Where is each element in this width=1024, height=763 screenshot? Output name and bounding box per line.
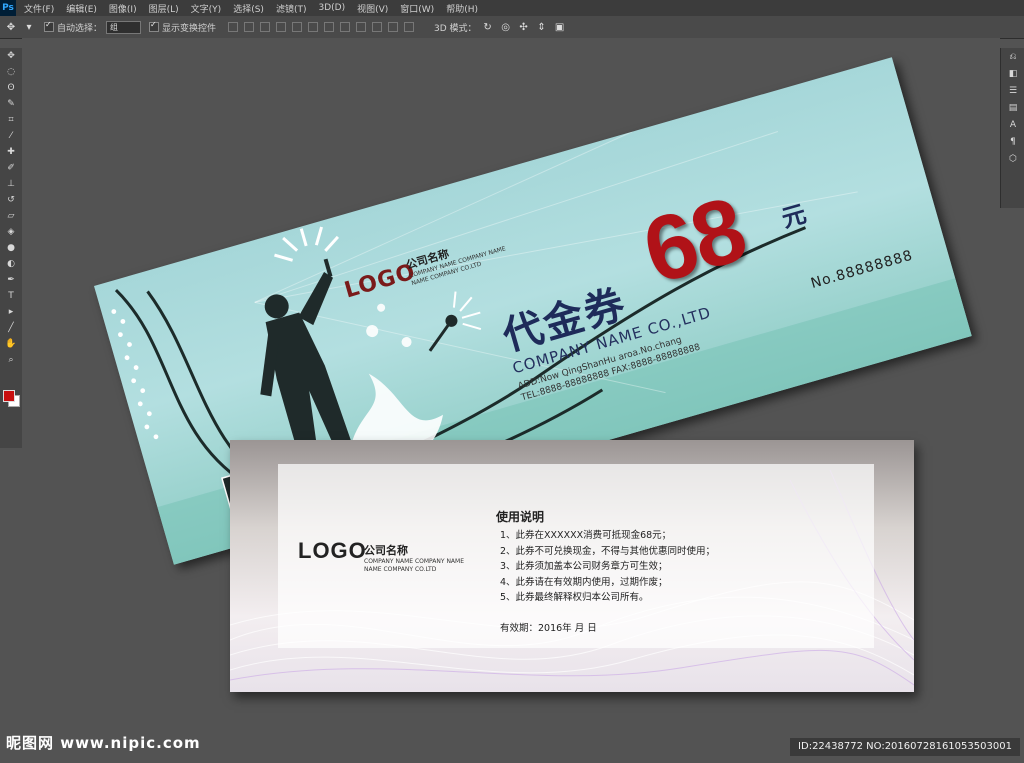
paint-bucket-icon[interactable]: ◈: [0, 224, 22, 240]
mode-3d-label: 3D 模式：: [434, 23, 477, 34]
distribute-top-icon[interactable]: [324, 22, 335, 32]
menubar: Ps 文件(F) 编辑(E) 图像(I) 图层(L) 文字(Y) 选择(S) 滤…: [0, 0, 1024, 16]
list-item: 4、此券请在有效期内使用，过期作废；: [500, 576, 668, 588]
tools-panel: ✥ ◌ ʘ ✎ ⌗ ⁄ ✚ ✐ ⊥ ↺ ▱ ◈ ● ◐ ✒ T ▸ ╱ ✋ ⌕: [0, 48, 23, 448]
slide-3d-icon[interactable]: ⇕: [535, 20, 549, 34]
properties-panel-icon[interactable]: ☰: [1001, 82, 1024, 99]
menu-filter[interactable]: 滤镜(T): [276, 2, 307, 15]
back-logo: LOGO: [298, 538, 367, 563]
rotate-3d-icon[interactable]: ↻: [481, 20, 495, 34]
show-transform-label: 显示变换控件: [162, 23, 217, 34]
align-top-icon[interactable]: [228, 22, 239, 32]
move-tool-icon[interactable]: ✥: [4, 20, 18, 34]
auto-select-label: 自动选择：: [57, 23, 103, 34]
paragraph-panel-icon[interactable]: ¶: [1001, 133, 1024, 150]
menu-image[interactable]: 图像(I): [109, 2, 137, 15]
validity-date: 有效期：2016年 月 日: [500, 623, 597, 634]
options-bar: ✥ ▾ 自动选择： 组 显示变换控件 3D 模式： ↻ ◎ ✣ ⇕ ▣: [0, 16, 1024, 39]
drag-3d-icon[interactable]: ✣: [517, 20, 531, 34]
hand-tool-icon[interactable]: ✋: [0, 336, 22, 352]
crop-tool-icon[interactable]: ⌗: [0, 112, 22, 128]
eyedropper-tool-icon[interactable]: ⁄: [0, 128, 22, 144]
auto-select-checkbox[interactable]: [44, 20, 54, 32]
foreground-color-swatch[interactable]: [3, 390, 15, 402]
align-bottom-icon[interactable]: [260, 22, 271, 32]
distribute-left-icon[interactable]: [372, 22, 383, 32]
align-right-icon[interactable]: [308, 22, 319, 32]
watermark-id: ID:22438772 NO:20160728161053503001: [790, 738, 1020, 756]
instructions-heading: 使用说明: [496, 510, 545, 524]
line-tool-icon[interactable]: ╱: [0, 320, 22, 336]
distribute-vcenter-icon[interactable]: [340, 22, 351, 32]
brush-tool-icon[interactable]: ✐: [0, 160, 22, 176]
list-item: 1、此券在XXXXXX消费可抵现金68元；: [500, 530, 672, 541]
history-brush-icon[interactable]: ↺: [0, 192, 22, 208]
auto-select-dropdown[interactable]: 组: [106, 20, 142, 34]
align-vcenter-icon[interactable]: [244, 22, 255, 32]
align-buttons: [228, 22, 420, 32]
back-company-sub: COMPANY NAME COMPANY NAME NAME COMPANY C…: [364, 558, 464, 574]
quick-select-tool-icon[interactable]: ✎: [0, 96, 22, 112]
type-tool-icon[interactable]: T: [0, 288, 22, 304]
roll-3d-icon[interactable]: ◎: [499, 20, 513, 34]
styles-panel-icon[interactable]: ▤: [1001, 99, 1024, 116]
voucher-back: LOGO 公司名称 COMPANY NAME COMPANY NAME NAME…: [230, 440, 914, 692]
stamp-tool-icon[interactable]: ⊥: [0, 176, 22, 192]
back-sub-line2: NAME COMPANY CO.LTD: [364, 566, 437, 573]
path-select-icon[interactable]: ▸: [0, 304, 22, 320]
distribute-right-icon[interactable]: [404, 22, 415, 32]
menu-view[interactable]: 视图(V): [357, 2, 388, 15]
3d-panel-icon[interactable]: ⬡: [1001, 150, 1024, 167]
panel-strip: ⎌ ◧ ☰ ▤ A ¶ ⬡: [1000, 48, 1024, 208]
back-sub-line1: COMPANY NAME COMPANY NAME: [364, 558, 465, 565]
scale-3d-icon[interactable]: ▣: [553, 20, 567, 34]
eraser-tool-icon[interactable]: ▱: [0, 208, 22, 224]
blur-tool-icon[interactable]: ●: [0, 240, 22, 256]
photoshop-logo: Ps: [0, 0, 16, 16]
healing-tool-icon[interactable]: ✚: [0, 144, 22, 160]
character-panel-icon[interactable]: A: [1001, 116, 1024, 133]
pen-tool-icon[interactable]: ✒: [0, 272, 22, 288]
show-transform-checkbox[interactable]: [149, 20, 160, 32]
move-tool-icon[interactable]: ✥: [0, 48, 22, 64]
watermark-site: 昵图网 www.nipic.com: [6, 734, 201, 752]
menu-window[interactable]: 窗口(W): [400, 2, 434, 15]
menu-help[interactable]: 帮助(H): [446, 2, 478, 15]
dodge-tool-icon[interactable]: ◐: [0, 256, 22, 272]
zoom-tool-icon[interactable]: ⌕: [0, 352, 22, 368]
list-item: 2、此券不可兑换现金，不得与其他优惠同时使用；: [500, 545, 716, 557]
menu-select[interactable]: 选择(S): [233, 2, 264, 15]
list-item: 5、此券最终解释权归本公司所有。: [500, 592, 649, 603]
lasso-tool-icon[interactable]: ʘ: [0, 80, 22, 96]
marquee-tool-icon[interactable]: ◌: [0, 64, 22, 80]
history-panel-icon[interactable]: ⎌: [1001, 48, 1024, 65]
menu-layer[interactable]: 图层(L): [149, 2, 179, 15]
menu-type[interactable]: 文字(Y): [191, 2, 222, 15]
chevron-down-icon[interactable]: ▾: [22, 20, 36, 34]
back-company-cn: 公司名称: [364, 544, 408, 557]
menu-file[interactable]: 文件(F): [24, 2, 54, 15]
list-item: 3、此券须加盖本公司财务章方可生效；: [500, 561, 668, 572]
adjustments-panel-icon[interactable]: ◧: [1001, 65, 1024, 82]
align-hcenter-icon[interactable]: [292, 22, 303, 32]
menu-edit[interactable]: 编辑(E): [66, 2, 97, 15]
align-left-icon[interactable]: [276, 22, 287, 32]
instructions-list: 1、此券在XXXXXX消费可抵现金68元； 2、此券不可兑换现金，不得与其他优惠…: [500, 528, 715, 606]
menu-3d[interactable]: 3D(D): [318, 3, 345, 13]
distribute-bottom-icon[interactable]: [356, 22, 367, 32]
document-canvas[interactable]: LOGO 公司名称 COMPANY NAME COMPANY NAME NAME…: [22, 38, 1000, 738]
distribute-hcenter-icon[interactable]: [388, 22, 399, 32]
